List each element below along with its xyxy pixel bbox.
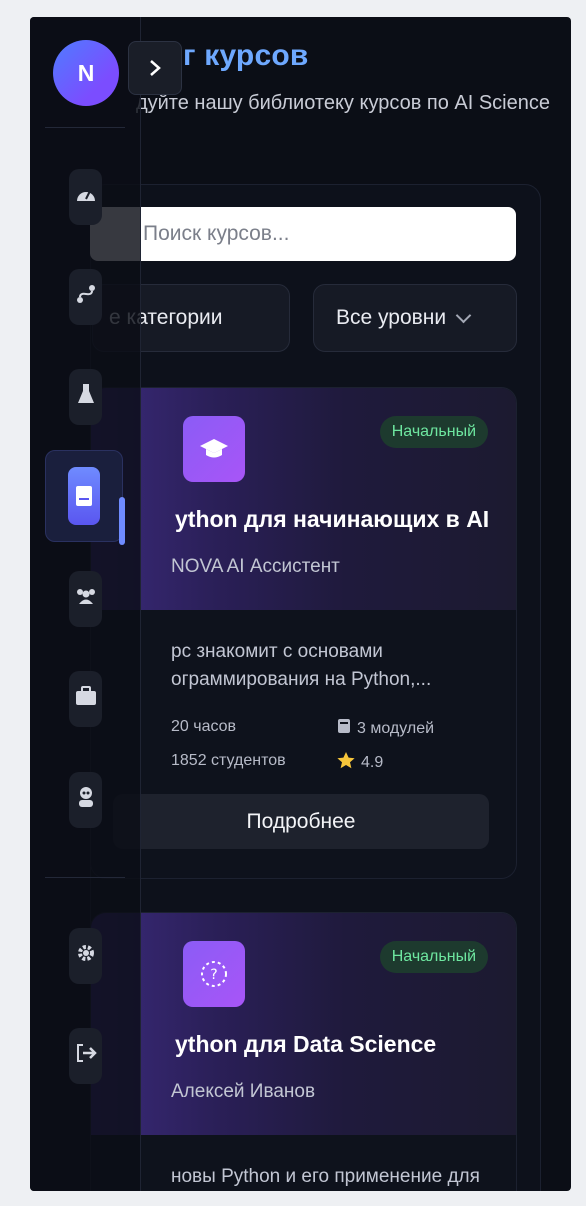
app-window: г курсов дуйте нашу библиотеку курсов по… — [30, 17, 571, 1191]
course-card[interactable]: Начальный ython для начинающих в AI NOVA… — [90, 387, 517, 879]
search-input[interactable]: Поиск курсов... — [90, 207, 516, 261]
briefcase-icon — [75, 686, 97, 712]
chevron-down-icon — [455, 307, 472, 323]
robot-icon — [77, 786, 95, 814]
logout-icon — [75, 1043, 97, 1069]
sidebar — [30, 17, 141, 1191]
modules-text: 3 модулей — [357, 719, 435, 737]
sidebar-item-dashboard[interactable] — [69, 169, 102, 225]
course-author: Алексей Иванов — [171, 1081, 316, 1102]
sidebar-item-roadmap[interactable] — [69, 269, 102, 325]
sidebar-item-community[interactable] — [69, 571, 102, 627]
level-badge: Начальный — [379, 416, 488, 448]
course-title: ython для начинающих в AI — [175, 506, 490, 532]
star-icon — [337, 752, 355, 774]
course-description: новы Python и его применение для — [171, 1166, 480, 1187]
sidebar-item-assistant[interactable] — [69, 772, 102, 828]
svg-text:?: ? — [210, 967, 217, 983]
book-icon — [68, 467, 100, 525]
sidebar-item-courses[interactable] — [45, 450, 123, 542]
sidebar-toggle-button[interactable] — [128, 41, 182, 95]
question-icon: ? — [183, 941, 245, 1007]
course-author: NOVA AI Ассистент — [171, 556, 340, 577]
page-title: г курсов — [183, 39, 309, 72]
sidebar-divider — [45, 877, 125, 878]
level-select-value: Все уровни — [336, 306, 447, 329]
gear-icon — [76, 943, 96, 969]
sidebar-divider — [45, 127, 125, 128]
avatar[interactable]: N — [53, 40, 119, 106]
course-hours: 20 часов — [171, 718, 236, 736]
course-card[interactable]: ? Начальный ython для Data Science Алекс… — [90, 912, 517, 1191]
search-placeholder: Поиск курсов... — [143, 222, 290, 245]
chevron-right-icon — [150, 60, 161, 76]
course-modules: 3 модулей — [337, 718, 434, 739]
sidebar-item-settings[interactable] — [69, 928, 102, 984]
course-rating: 4.9 — [337, 752, 383, 774]
course-description: рс знакомит с основами ограммирования на… — [171, 641, 432, 690]
hours-text: 20 часов — [171, 718, 237, 735]
level-select[interactable]: Все уровни — [313, 284, 517, 352]
active-indicator — [119, 497, 125, 545]
sidebar-item-career[interactable] — [69, 671, 102, 727]
level-badge: Начальный — [379, 941, 488, 973]
graduation-cap-icon — [183, 416, 245, 482]
sidebar-item-logout[interactable] — [69, 1028, 102, 1084]
details-button[interactable]: Подробнее — [113, 794, 489, 849]
course-title: ython для Data Science — [175, 1031, 437, 1057]
students-text: 1852 студентов — [171, 752, 286, 769]
route-icon — [76, 284, 96, 310]
rating-text: 4.9 — [361, 754, 384, 771]
book-icon — [337, 718, 351, 739]
users-icon — [74, 587, 98, 611]
gauge-icon — [75, 185, 97, 209]
course-students: 1852 студентов — [171, 752, 286, 770]
flask-icon — [77, 383, 95, 411]
sidebar-item-lab[interactable] — [69, 369, 102, 425]
